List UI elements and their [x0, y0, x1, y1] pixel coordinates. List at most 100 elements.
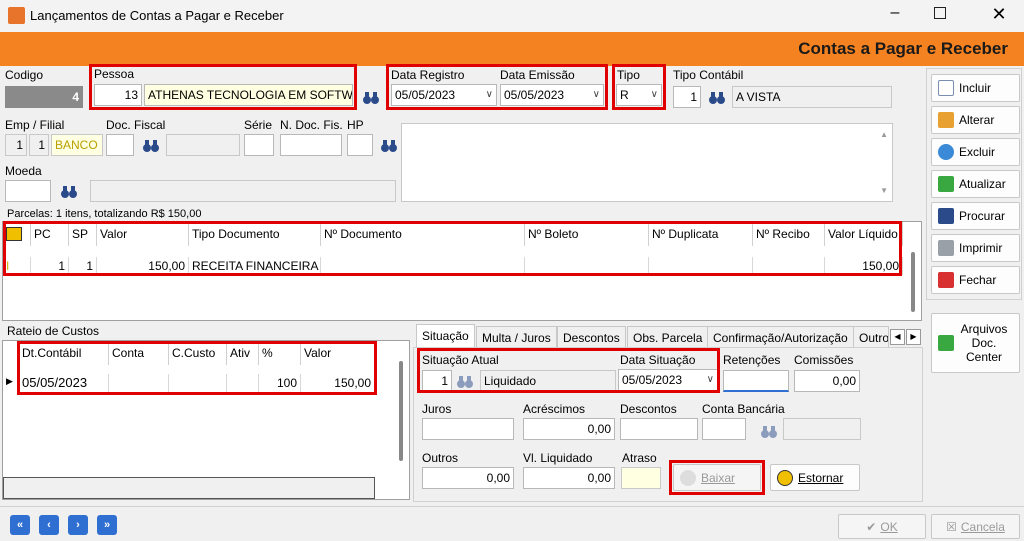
tab-multa-juros[interactable]: Multa / Juros — [476, 326, 557, 348]
hp-field[interactable] — [347, 134, 373, 156]
col-ativ[interactable]: Ativ — [227, 341, 259, 365]
conta-bancaria-field[interactable] — [702, 418, 746, 440]
incluir-button[interactable]: Incluir — [931, 74, 1020, 102]
chevron-down-icon: ∨ — [650, 89, 658, 100]
previous-record-icon[interactable]: ‹ — [39, 515, 59, 535]
baixar-button[interactable]: Baixar — [673, 464, 761, 491]
data-registro-label: Data Registro — [391, 68, 465, 82]
binoculars-icon[interactable] — [362, 90, 380, 106]
ok-label: OK — [880, 519, 898, 534]
serie-field[interactable] — [244, 134, 274, 156]
tab-confirmacao[interactable]: Confirmação/Autorização — [707, 326, 854, 348]
tab-right-icon[interactable]: ▶ — [906, 329, 921, 345]
data-situacao-value: 05/05/2023 — [622, 373, 683, 387]
juros-label: Juros — [422, 402, 452, 416]
tipo-contabil-id-field[interactable]: 1 — [673, 86, 701, 108]
n-doc-fis-field[interactable] — [280, 134, 342, 156]
title-bar: Lançamentos de Contas a Pagar e Receber … — [0, 0, 1024, 32]
tipo-value: R — [620, 88, 629, 102]
col-valor-liquido[interactable]: Valor Líquido — [825, 222, 903, 246]
conta-bancaria-name — [783, 418, 861, 440]
data-registro-select[interactable]: 05/05/2023 ∨ — [391, 84, 497, 106]
estornar-button[interactable]: Estornar — [770, 464, 860, 491]
doc-fiscal-label: Doc. Fiscal — [106, 118, 166, 132]
col-dt-contabil[interactable]: Dt.Contábil — [19, 341, 109, 365]
arquivos-doc-center-button[interactable]: Arquivos Doc. Center — [931, 313, 1020, 373]
row-flag: I — [3, 257, 31, 275]
close-button[interactable]: ✕ — [986, 4, 1012, 25]
retencoes-field[interactable] — [723, 370, 789, 392]
new-document-icon — [938, 80, 954, 96]
comissoes-field[interactable]: 0,00 — [794, 370, 860, 392]
scrollbar[interactable] — [911, 252, 915, 312]
tab-situacao[interactable]: Situação — [416, 324, 475, 348]
data-situacao-select[interactable]: 05/05/2023 ∨ — [618, 369, 718, 391]
binoculars-icon[interactable] — [380, 138, 398, 154]
binoculars-icon[interactable] — [708, 90, 726, 106]
next-record-icon[interactable]: › — [68, 515, 88, 535]
procurar-button[interactable]: Procurar — [931, 202, 1020, 230]
rateio-footer — [3, 477, 375, 499]
fechar-button[interactable]: Fechar — [931, 266, 1020, 294]
excluir-label: Excluir — [959, 145, 996, 159]
alterar-button[interactable]: Alterar — [931, 106, 1020, 134]
delete-icon — [938, 144, 954, 160]
tab-outro[interactable]: Outro — [853, 326, 889, 348]
atualizar-button[interactable]: Atualizar — [931, 170, 1020, 198]
observacao-textarea[interactable]: ▲ ▼ — [401, 123, 893, 202]
atraso-label: Atraso — [622, 451, 657, 465]
comissoes-label: Comissões — [794, 353, 854, 367]
first-record-icon[interactable]: « — [10, 515, 30, 535]
printer-icon — [3, 222, 31, 246]
situacao-atual-id[interactable]: 1 — [422, 370, 452, 392]
col-pc[interactable]: PC — [31, 222, 69, 246]
pessoa-name-field[interactable]: ATHENAS TECNOLOGIA EM SOFTWA — [144, 84, 353, 106]
vl-liquidado-field[interactable]: 0,00 — [523, 467, 615, 489]
moeda-field[interactable] — [5, 180, 51, 202]
col-c-custo[interactable]: C.Custo — [169, 341, 227, 365]
outros-field[interactable]: 0,00 — [422, 467, 514, 489]
acrescimos-field[interactable]: 0,00 — [523, 418, 615, 440]
data-registro-value: 05/05/2023 — [395, 88, 456, 102]
parcelas-grid[interactable]: PC SP Valor Tipo Documento Nº Documento … — [2, 221, 922, 321]
tab-descontos[interactable]: Descontos — [557, 326, 626, 348]
cancela-label: Cancela — [960, 519, 1005, 534]
tab-left-icon[interactable]: ◀ — [890, 329, 905, 345]
rateio-grid[interactable]: Dt.Contábil Conta C.Custo Ativ % Valor ▶… — [2, 340, 410, 500]
col-valor[interactable]: Valor — [301, 341, 375, 365]
minimize-button[interactable]: – — [880, 4, 910, 22]
col-pct[interactable]: % — [259, 341, 301, 365]
tab-obs-parcela[interactable]: Obs. Parcela — [627, 326, 709, 348]
maximize-button[interactable] — [934, 7, 946, 19]
cancela-button[interactable]: ☒ Cancela — [931, 514, 1020, 539]
juros-field[interactable] — [422, 418, 514, 440]
conta-bancaria-label: Conta Bancária — [702, 402, 785, 416]
tipo-select[interactable]: R ∨ — [616, 84, 662, 106]
binoculars-icon[interactable] — [142, 138, 160, 154]
descontos-field[interactable] — [620, 418, 698, 440]
col-n-boleto[interactable]: Nº Boleto — [525, 222, 649, 246]
data-emissao-select[interactable]: 05/05/2023 ∨ — [500, 84, 604, 106]
ok-button[interactable]: ✔ OK — [838, 514, 926, 539]
scrollbar[interactable] — [399, 361, 403, 461]
doc-label: Doc. — [971, 336, 997, 350]
cell-ccusto — [169, 374, 227, 392]
binoculars-icon[interactable] — [60, 184, 78, 200]
last-record-icon[interactable]: » — [97, 515, 117, 535]
scroll-down-icon[interactable]: ▼ — [880, 186, 888, 195]
data-situacao-label: Data Situação — [620, 353, 696, 367]
col-valor[interactable]: Valor — [97, 222, 189, 246]
doc-fiscal-field[interactable] — [106, 134, 134, 156]
imprimir-button[interactable]: Imprimir — [931, 234, 1020, 262]
pessoa-id-field[interactable]: 13 — [94, 84, 142, 106]
col-n-duplicata[interactable]: Nº Duplicata — [649, 222, 753, 246]
situacao-atual-name: Liquidado — [480, 370, 616, 392]
binoculars-icon — [938, 208, 954, 224]
col-n-documento[interactable]: Nº Documento — [321, 222, 525, 246]
col-sp[interactable]: SP — [69, 222, 97, 246]
col-tipo-documento[interactable]: Tipo Documento — [189, 222, 321, 246]
scroll-up-icon[interactable]: ▲ — [880, 130, 888, 139]
excluir-button[interactable]: Excluir — [931, 138, 1020, 166]
col-conta[interactable]: Conta — [109, 341, 169, 365]
col-n-recibo[interactable]: Nº Recibo — [753, 222, 825, 246]
